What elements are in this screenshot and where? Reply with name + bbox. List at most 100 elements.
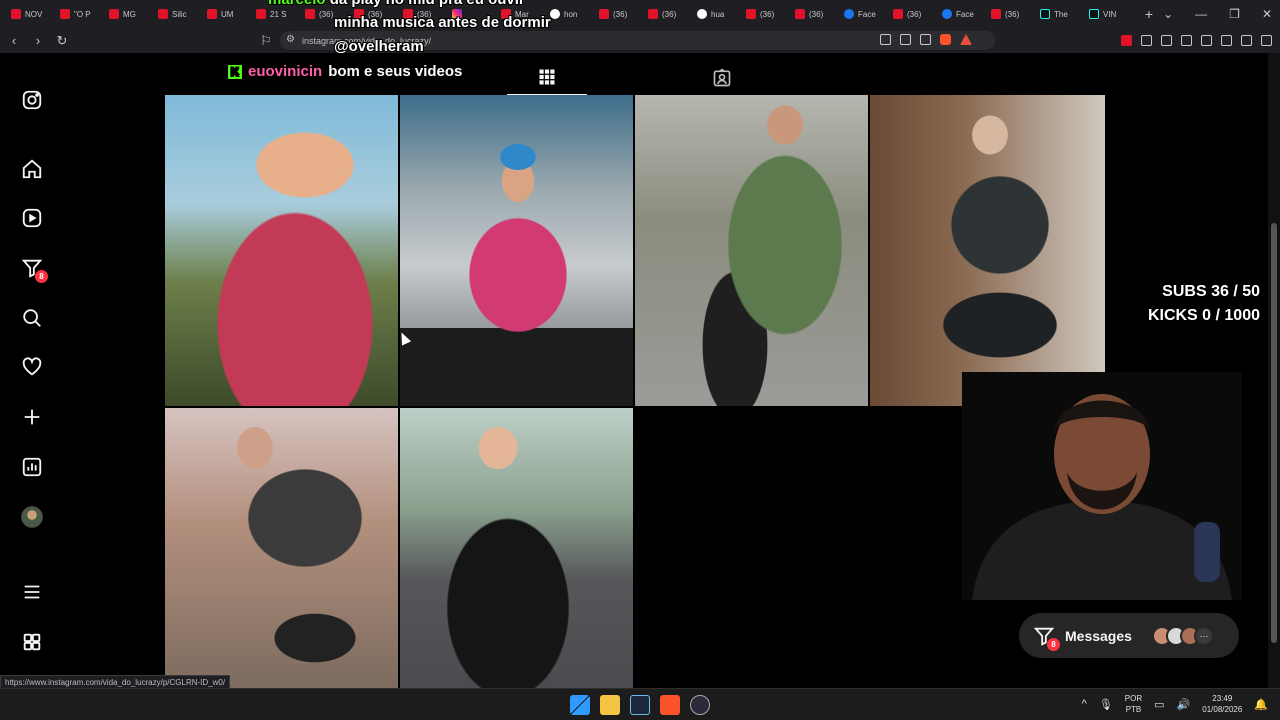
browser-tab[interactable]: NOV	[6, 0, 55, 28]
notification-icon[interactable]: 🔔	[1254, 698, 1268, 711]
avatar	[21, 506, 43, 528]
browser-tab[interactable]: VIN	[1084, 0, 1133, 28]
youtube-icon	[256, 9, 266, 19]
brave-shields-icon[interactable]	[940, 34, 951, 45]
messenger-icon[interactable]: 8	[21, 257, 48, 283]
page-scrollbar[interactable]	[1268, 53, 1280, 693]
site-info-icon[interactable]: ⚙	[286, 34, 295, 45]
chat-message-2: K euovinicin bom e seus videos	[228, 63, 462, 80]
address-actions	[880, 34, 972, 45]
plus-icon[interactable]	[21, 406, 43, 428]
google-icon	[697, 9, 707, 19]
leo-icon[interactable]	[1221, 35, 1232, 46]
windows-start-icon[interactable]	[570, 695, 590, 715]
browser-tab-label: (36)	[809, 9, 824, 19]
messages-panel[interactable]: 8 Messages ···	[1019, 613, 1239, 658]
browser-tab[interactable]: (36)	[986, 0, 1035, 28]
taskbar-apps	[570, 695, 710, 715]
browser-tab[interactable]: hua	[692, 0, 741, 28]
app-icon[interactable]	[690, 695, 710, 715]
sidebar-toggle-icon[interactable]	[1181, 35, 1192, 46]
browser-tab[interactable]: (36)	[741, 0, 790, 28]
post-thumbnail[interactable]	[635, 95, 868, 406]
extensions-icon[interactable]	[1141, 35, 1152, 46]
microphone-icon[interactable]: 🎙	[1099, 698, 1113, 711]
post-thumbnail[interactable]	[400, 95, 633, 406]
bookmark-icon[interactable]: ⚐	[256, 33, 276, 49]
youtube-icon	[207, 9, 217, 19]
browser-tab[interactable]: (36)	[790, 0, 839, 28]
extension-red-icon[interactable]	[1121, 35, 1132, 46]
windows-taskbar: ^ 🎙 POR PTB ▭ 🔊 23:49 01/08/2026 🔔	[0, 688, 1280, 720]
browser-tab[interactable]: UM	[202, 0, 251, 28]
language-indicator[interactable]: POR PTB	[1125, 693, 1142, 715]
clock[interactable]: 23:49 01/08/2026	[1202, 693, 1242, 715]
wallet-icon[interactable]	[1201, 35, 1212, 46]
cast-icon[interactable]	[920, 34, 931, 45]
apps-icon[interactable]	[21, 631, 43, 653]
translate-icon[interactable]	[880, 34, 891, 45]
window-controls: ⌄ — ❐ ✕	[1163, 0, 1272, 28]
minimize-button[interactable]: —	[1195, 7, 1207, 21]
clock-time: 23:49	[1212, 694, 1233, 703]
tab-posts[interactable]	[507, 60, 587, 95]
menu-icon[interactable]	[21, 581, 43, 603]
reload-button[interactable]: ↻	[52, 33, 72, 49]
browser-tab[interactable]: The	[1035, 0, 1084, 28]
google-icon	[550, 9, 560, 19]
maximize-button[interactable]: ❐	[1229, 7, 1240, 21]
forward-button[interactable]: ›	[28, 33, 48, 48]
browser-tab-label: 21 S	[270, 9, 287, 19]
media-icon[interactable]	[1161, 35, 1172, 46]
browser-tab[interactable]: MG	[104, 0, 153, 28]
volume-icon[interactable]: 🔊	[1177, 698, 1191, 711]
youtube-icon	[11, 9, 21, 19]
tagged-icon	[713, 68, 731, 86]
browser-tab-label: NOV	[25, 9, 43, 19]
browser-tab[interactable]: (36)	[594, 0, 643, 28]
brave-rewards-icon[interactable]	[960, 34, 972, 45]
scrollbar-thumb[interactable]	[1271, 223, 1277, 643]
webcam-overlay	[962, 372, 1242, 600]
heart-icon[interactable]	[21, 356, 43, 378]
clock-date: 01/08/2026	[1202, 705, 1243, 714]
network-icon[interactable]: ▭	[1154, 698, 1164, 711]
post-thumbnail[interactable]	[870, 95, 1105, 406]
vpn-icon[interactable]	[1241, 35, 1252, 46]
browser-tab[interactable]: "O P	[55, 0, 104, 28]
instagram-icon[interactable]	[21, 89, 43, 111]
back-button[interactable]: ‹	[4, 33, 24, 48]
tab-tagged[interactable]	[682, 60, 762, 95]
reels-icon[interactable]	[21, 207, 43, 229]
browser-tab[interactable]: hon	[545, 0, 594, 28]
tiktok-icon	[1089, 9, 1099, 19]
tray-chevron-icon[interactable]: ^	[1082, 698, 1087, 710]
post-thumbnail[interactable]	[165, 95, 398, 406]
browser-tab-label: (36)	[613, 9, 628, 19]
message-avatars: ···	[1151, 625, 1214, 646]
profile-button[interactable]	[21, 506, 43, 528]
tab-search-icon[interactable]: ⌄	[1163, 7, 1173, 21]
search-icon[interactable]	[21, 307, 43, 329]
zoom-icon[interactable]	[900, 34, 911, 45]
brave-browser-icon[interactable]	[660, 695, 680, 715]
browser-tab[interactable]: (36)	[888, 0, 937, 28]
browser-tab-label: (36)	[662, 9, 677, 19]
browser-tab[interactable]: (36)	[643, 0, 692, 28]
subs-goal: SUBS 36 / 50	[1162, 283, 1260, 300]
browser-tab[interactable]: Silic	[153, 0, 202, 28]
file-explorer-icon[interactable]	[600, 695, 620, 715]
new-tab-button[interactable]: +	[1139, 6, 1159, 22]
browser-tab[interactable]: Face	[937, 0, 986, 28]
youtube-icon	[795, 9, 805, 19]
steam-icon[interactable]	[630, 695, 650, 715]
facebook-icon	[942, 9, 952, 19]
browser-tab[interactable]: Face	[839, 0, 888, 28]
close-window-button[interactable]: ✕	[1262, 7, 1272, 21]
post-thumbnail[interactable]	[165, 408, 398, 695]
home-icon[interactable]	[21, 158, 43, 180]
dashboard-icon[interactable]	[21, 456, 43, 478]
browser-menu-icon[interactable]	[1261, 35, 1272, 46]
post-thumbnail[interactable]	[400, 408, 633, 695]
facebook-icon	[844, 9, 854, 19]
